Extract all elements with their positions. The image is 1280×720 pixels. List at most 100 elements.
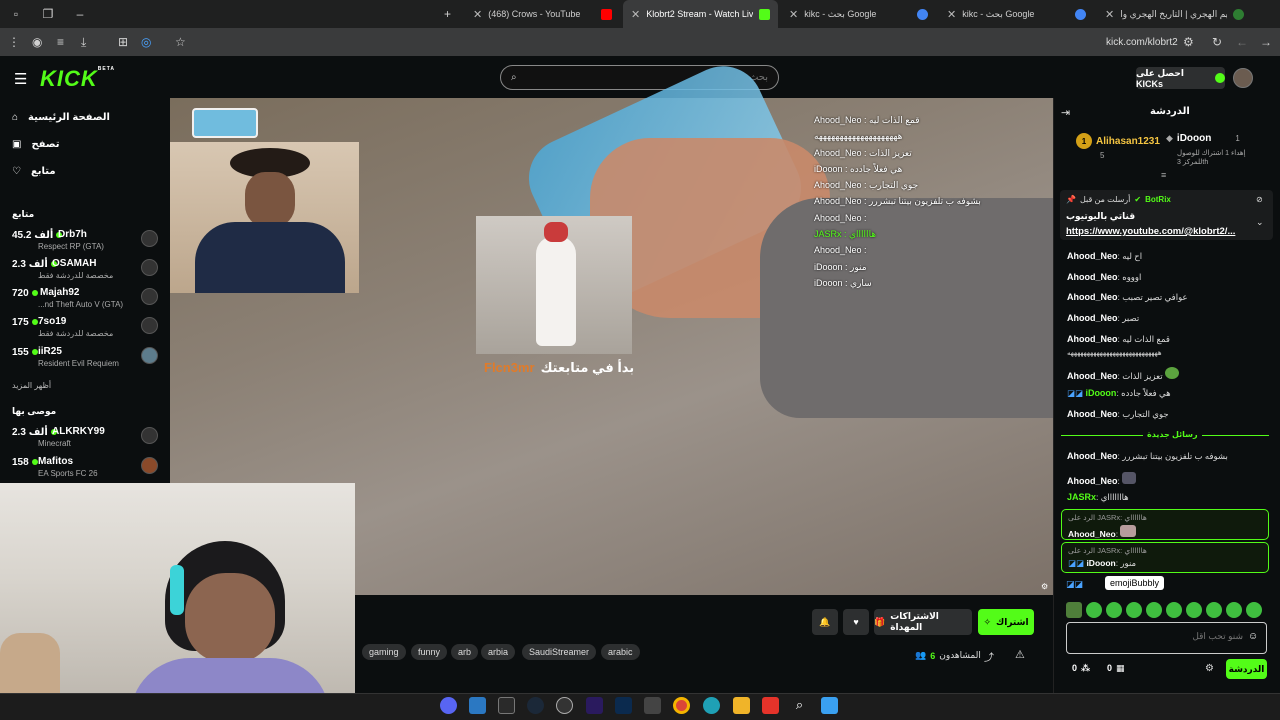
get-kicks-button[interactable]: احصل على KICKs <box>1136 67 1225 89</box>
unpin-icon[interactable]: ⊘ <box>1256 195 1263 204</box>
nav-browse[interactable]: ▣ تصفح <box>12 139 59 150</box>
viewer-count: 👥 6 المشاهدون <box>915 650 981 661</box>
emote-icon[interactable] <box>1206 602 1222 618</box>
chrome-icon[interactable] <box>673 697 690 714</box>
hamburger-menu-icon[interactable]: ☰ <box>14 70 27 88</box>
extensions-puzzle-icon[interactable]: ⊞ <box>118 35 128 49</box>
emote-icon[interactable] <box>1086 602 1102 618</box>
emote-icon[interactable] <box>1226 602 1242 618</box>
anydesk-icon[interactable] <box>762 697 779 714</box>
file-explorer-icon[interactable] <box>733 697 750 714</box>
chat-settings-icon[interactable]: ⚙ <box>1205 663 1214 674</box>
premiere-icon[interactable] <box>586 697 603 714</box>
channel-points-a: 0 ▦ <box>1107 663 1125 673</box>
search-icon[interactable]: ⌕ <box>791 697 808 714</box>
bookmark-star-icon[interactable]: ☆ <box>175 35 186 49</box>
emote-icon <box>1122 472 1137 484</box>
share-icon[interactable]: ⤴ <box>984 649 994 664</box>
browser-tab-bar: ▫ ❐ – + ✕ (468) Crows - YouTube ✕ Klobrt… <box>0 0 1280 28</box>
url-text[interactable]: kick.com/klobrt2 <box>1106 37 1178 48</box>
chat-send-button[interactable]: الدردشة <box>1226 659 1267 679</box>
player-settings-icon[interactable]: ⚙ <box>1041 582 1048 591</box>
follow-heart-button[interactable]: ♥ <box>843 609 869 635</box>
close-tab-icon[interactable]: ✕ <box>789 8 798 21</box>
chevron-down-icon[interactable]: ⌄ <box>1256 217 1264 228</box>
emote-icon[interactable] <box>1146 602 1162 618</box>
sidebar-channel[interactable]: 175 7so19 مخصصة للدردشة فقط <box>12 315 162 341</box>
minimize-icon[interactable]: – <box>68 7 92 21</box>
tab-youtube[interactable]: ✕ (468) Crows - YouTube <box>465 0 620 28</box>
new-tab-icon[interactable]: + <box>444 7 451 21</box>
chat-message: Ahood_Neo: بشوفه ب تلفزيون بيتنا تبشررر <box>1067 451 1228 461</box>
nav-home[interactable]: ⌂ الصفحة الرئيسية <box>12 112 110 123</box>
emote-icon[interactable] <box>1246 602 1262 618</box>
tag-saudistreamer[interactable]: SaudiStreamer <box>522 644 597 660</box>
live-dot-icon <box>31 349 38 355</box>
more-menu-icon[interactable]: ⋮ <box>8 35 20 49</box>
defender-icon[interactable] <box>469 697 486 714</box>
pinned-link[interactable]: https://www.youtube.com/@klobrt2/... <box>1066 226 1235 237</box>
tab-google-1[interactable]: ✕ kikc - بحث Google <box>781 0 936 28</box>
expand-leaderboard-icon[interactable]: ≡ <box>1161 170 1166 180</box>
chat-input-box[interactable]: ☺ <box>1066 622 1267 654</box>
gift-subs-button[interactable]: 🎁 الاشتراكات المهداة <box>874 609 972 635</box>
site-settings-icon[interactable]: ⚙ <box>1183 35 1194 49</box>
emote-icon[interactable] <box>1166 602 1182 618</box>
edge-icon[interactable] <box>703 697 720 714</box>
chatgpt-icon[interactable] <box>556 697 573 714</box>
tag-arbia[interactable]: arbia <box>481 644 516 660</box>
pepe-emote-icon <box>1164 367 1179 379</box>
extension-icon[interactable]: ◉ <box>32 35 42 49</box>
chat-input[interactable] <box>1073 631 1243 641</box>
avatar[interactable] <box>1233 68 1253 88</box>
home-icon: ⌂ <box>12 112 19 123</box>
sidebar-channel[interactable]: 2.3 ألف ALKRKY99 Minecraft <box>12 425 162 451</box>
close-tab-icon[interactable]: ✕ <box>947 8 956 21</box>
epic-games-icon[interactable] <box>498 697 515 714</box>
download-icon[interactable]: ⤓ <box>81 35 86 50</box>
collapse-chat-icon[interactable]: ⇥ <box>1061 106 1070 119</box>
subscribe-button[interactable]: ✧ اشتراك <box>978 609 1034 635</box>
reload-icon[interactable]: ↻ <box>1212 35 1222 49</box>
tab-hijri[interactable]: ✕ التقويم الهجري | التاريخ الهجري وا <box>1097 0 1252 28</box>
emote-icon[interactable] <box>1106 602 1122 618</box>
notification-bell-button[interactable]: 🔔 <box>812 609 838 635</box>
sidebar-channel[interactable]: 155 iiR25 Resident Evil Requiem <box>12 345 162 371</box>
sidebar-channel[interactable]: 158 Mafitos EA Sports FC 26 <box>12 455 162 481</box>
sidebar-channel[interactable]: 720 Majah92 ...nd Theft Auto V (GTA) <box>12 286 162 312</box>
emote-icon[interactable] <box>1126 602 1142 618</box>
steam-icon[interactable] <box>527 697 544 714</box>
close-tab-icon[interactable]: ✕ <box>1105 8 1114 21</box>
tab-kick[interactable]: ✕ Klobrt2 Stream - Watch Liv <box>623 0 778 28</box>
menu-icon[interactable]: ▫ <box>4 7 28 21</box>
store-icon[interactable] <box>644 697 661 714</box>
tag-arabic[interactable]: arabic <box>601 644 640 660</box>
restore-icon[interactable]: ❐ <box>36 7 60 21</box>
tag-funny[interactable]: funny <box>411 644 448 660</box>
kick-icon <box>759 8 770 20</box>
pinned-message[interactable]: 📌 أرسلت من قبل ✔ BotRix ⊘ ⌄ قناتي باليوت… <box>1060 190 1273 240</box>
sidebar-channel[interactable]: 45.2 ألف Drb7h Respect RP (GTA) <box>12 228 162 254</box>
emote-icon[interactable] <box>1066 602 1082 618</box>
tab-google-2[interactable]: ✕ kikc - بحث Google <box>939 0 1094 28</box>
report-icon[interactable]: ⚠ <box>1015 648 1025 661</box>
chat-message: JASRx: هاااااااي <box>1067 492 1129 502</box>
emoji-picker-icon[interactable]: ☺ <box>1248 631 1258 642</box>
photoshop-icon[interactable] <box>615 697 632 714</box>
close-tab-icon[interactable]: ✕ <box>473 8 482 21</box>
cast-icon[interactable]: ◎ <box>141 35 151 49</box>
emote-icon[interactable] <box>1186 602 1202 618</box>
playlist-icon[interactable]: ≡ <box>57 35 64 49</box>
show-more-link[interactable]: أظهر المزيد <box>12 381 51 390</box>
badge-icons: ◪◪ <box>1067 388 1084 398</box>
nav-following[interactable]: ♡ متابع <box>12 166 56 177</box>
tag-gaming[interactable]: gaming <box>362 644 406 660</box>
windows-start-icon[interactable] <box>821 697 838 714</box>
back-icon[interactable]: ← <box>1236 35 1248 49</box>
forward-icon[interactable]: → <box>1260 35 1272 49</box>
close-tab-icon[interactable]: ✕ <box>631 8 640 21</box>
discord-icon[interactable] <box>440 697 457 714</box>
kick-logo[interactable]: KICKBETA <box>40 66 115 92</box>
sidebar-channel[interactable]: 2.3 ألف OSAMAH مخصصة للدردشة فقط <box>12 257 162 283</box>
tag-arb[interactable]: arb <box>451 644 479 660</box>
